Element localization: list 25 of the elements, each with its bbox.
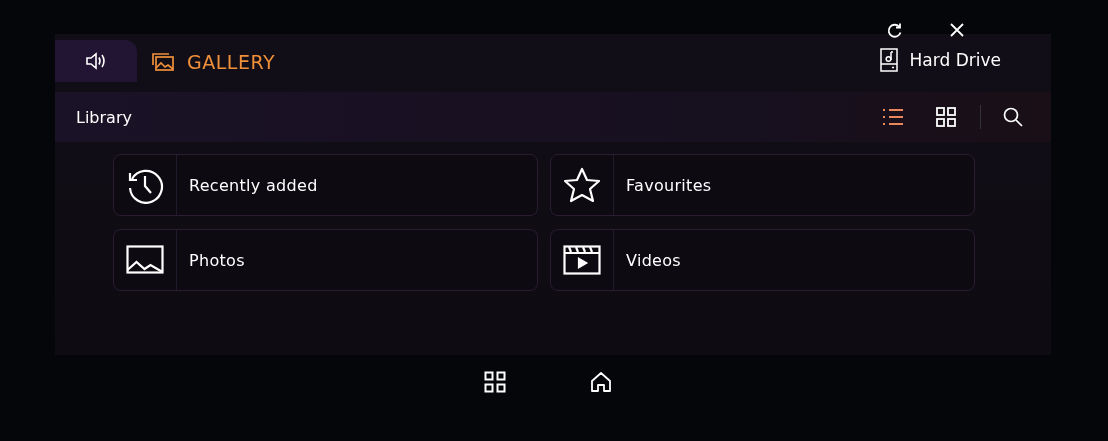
speaker-icon: [85, 51, 107, 71]
category-label: Photos: [188, 250, 245, 270]
list-view-button[interactable]: [882, 108, 904, 126]
category-label: Favourites: [625, 175, 712, 195]
home-icon[interactable]: [590, 371, 612, 393]
category-label: Recently added: [188, 175, 318, 195]
star-icon: [563, 167, 601, 203]
app-title: GALLERY: [187, 51, 275, 73]
category-card[interactable]: Favourites: [550, 154, 975, 216]
video-clapper-icon: [563, 245, 601, 275]
toolbar-title: Library: [76, 107, 132, 127]
category-label: Videos: [625, 250, 681, 270]
category-card[interactable]: Recently added: [113, 154, 538, 216]
image-icon: [126, 245, 164, 275]
category-card[interactable]: Photos: [113, 229, 538, 291]
category-card[interactable]: Videos: [550, 229, 975, 291]
grid-view-button[interactable]: [936, 107, 956, 127]
sound-button[interactable]: [55, 40, 137, 82]
images-icon: [151, 52, 175, 72]
refresh-icon[interactable]: [885, 22, 904, 40]
search-icon[interactable]: [1003, 107, 1023, 127]
apps-grid-icon[interactable]: [484, 371, 506, 393]
close-icon[interactable]: [948, 22, 965, 38]
source-label[interactable]: Hard Drive: [909, 50, 1001, 70]
music-drive-icon: [879, 48, 898, 72]
